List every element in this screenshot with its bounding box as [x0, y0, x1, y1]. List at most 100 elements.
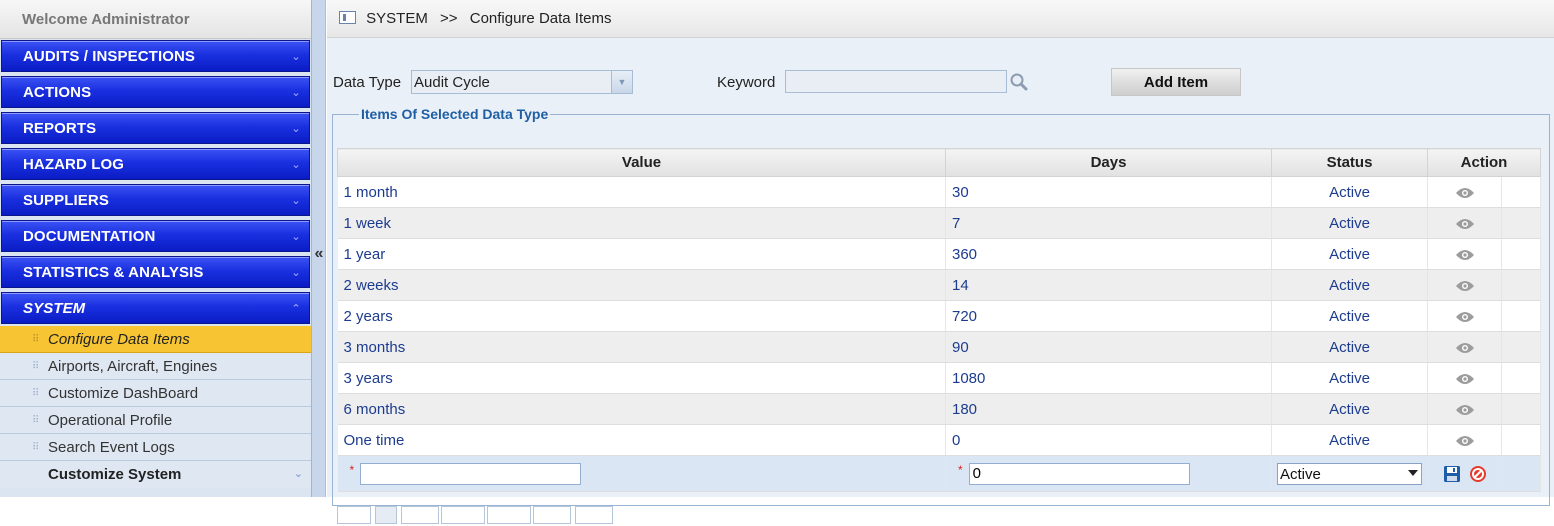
cancel-icon[interactable] — [1469, 465, 1487, 483]
table-row[interactable]: 2 years 720 Active — [337, 300, 1542, 332]
eye-icon[interactable] — [1455, 248, 1475, 262]
cell-value: 3 years — [337, 362, 946, 394]
sidebar-item-operational-profile[interactable]: ⠿ Operational Profile — [0, 407, 311, 434]
nav-documentation[interactable]: DOCUMENTATION ⌄ — [1, 220, 310, 252]
eye-icon[interactable] — [1455, 403, 1475, 417]
eye-icon[interactable] — [1455, 186, 1475, 200]
cell-spacer — [1501, 393, 1542, 425]
data-type-select[interactable]: Audit Cycle ▼ — [411, 70, 633, 94]
pager-button[interactable] — [337, 506, 371, 524]
panel-icon — [339, 10, 356, 24]
new-value-input[interactable] — [360, 462, 582, 485]
items-table: Value Days Status Action 1 month 30 Acti… — [337, 148, 1542, 492]
pager-button[interactable] — [575, 506, 613, 524]
pager-button[interactable] — [375, 506, 397, 524]
cell-action — [1427, 269, 1502, 301]
chevron-down-icon[interactable]: ▼ — [611, 70, 633, 94]
cell-days: 720 — [945, 300, 1272, 332]
pager-button[interactable] — [533, 506, 571, 524]
nav-actions[interactable]: ACTIONS ⌄ — [1, 76, 310, 108]
grip-dots-icon: ⠿ — [32, 361, 40, 372]
nav-hazard-log[interactable]: HAZARD LOG ⌄ — [1, 148, 310, 180]
new-status-value: Active — [1280, 465, 1321, 483]
column-header-days[interactable]: Days — [945, 148, 1272, 177]
nav-reports[interactable]: REPORTS ⌄ — [1, 112, 310, 144]
sidebar-item-customize-dashboard[interactable]: ⠿ Customize DashBoard — [0, 380, 311, 407]
table-row[interactable]: 3 months 90 Active — [337, 331, 1542, 363]
cell-value: 6 months — [337, 393, 946, 425]
sidebar-item-label: Operational Profile — [48, 412, 173, 429]
eye-icon[interactable] — [1455, 341, 1475, 355]
cell-spacer — [1501, 362, 1542, 394]
cell-action — [1427, 362, 1502, 394]
chevron-down-icon: ⌄ — [291, 87, 301, 99]
eye-icon[interactable] — [1455, 310, 1475, 324]
nav-label: HAZARD LOG — [23, 156, 124, 173]
chevron-down-icon: ⌄ — [293, 468, 303, 480]
table-row[interactable]: 1 year 360 Active — [337, 238, 1542, 270]
nav-audits-inspections[interactable]: AUDITS / INSPECTIONS ⌄ — [1, 40, 310, 72]
cell-value: 1 week — [337, 207, 946, 239]
cell-spacer — [1501, 269, 1542, 301]
collapse-sidebar-icon[interactable]: « — [312, 244, 326, 264]
nav-label: REPORTS — [23, 120, 97, 137]
table-row[interactable]: 1 week 7 Active — [337, 207, 1542, 239]
column-header-status[interactable]: Status — [1271, 148, 1428, 177]
cell-spacer — [1501, 238, 1542, 270]
table-row[interactable]: 2 weeks 14 Active — [337, 269, 1542, 301]
cell-status: Active — [1271, 207, 1428, 239]
sidebar-item-airports-aircraft-engines[interactable]: ⠿ Airports, Aircraft, Engines — [0, 353, 311, 380]
new-days-input[interactable] — [968, 462, 1190, 485]
new-item-row: * * Active — [337, 455, 1542, 492]
chevron-down-icon: ⌄ — [291, 195, 301, 207]
nav-statistics-analysis[interactable]: STATISTICS & ANALYSIS ⌄ — [1, 256, 310, 288]
pager-button[interactable] — [441, 506, 485, 524]
cell-spacer — [1501, 424, 1542, 456]
keyword-input[interactable] — [785, 70, 1007, 93]
sidebar-item-search-event-logs[interactable]: ⠿ Search Event Logs — [0, 434, 311, 461]
add-item-button[interactable]: Add Item — [1111, 68, 1241, 96]
sidebar-item-configure-data-items[interactable]: ⠿ Configure Data Items — [0, 326, 311, 353]
table-row[interactable]: 3 years 1080 Active — [337, 362, 1542, 394]
sidebar-item-label: Customize System — [48, 466, 182, 483]
cell-days: 30 — [945, 176, 1272, 208]
eye-icon[interactable] — [1455, 217, 1475, 231]
nav-label: SUPPLIERS — [23, 192, 109, 209]
magnifier-icon[interactable] — [1009, 72, 1029, 92]
sidebar-item-label: Customize DashBoard — [48, 385, 199, 402]
cell-days: 90 — [945, 331, 1272, 363]
eye-icon[interactable] — [1455, 434, 1475, 448]
eye-icon[interactable] — [1455, 279, 1475, 293]
cell-status: Active — [1271, 331, 1428, 363]
cell-value: 1 year — [337, 238, 946, 270]
floppy-disk-icon[interactable] — [1443, 465, 1461, 483]
cell-days: 14 — [945, 269, 1272, 301]
pager-button[interactable] — [487, 506, 531, 524]
table-row[interactable]: 1 month 30 Active — [337, 176, 1542, 208]
pager-button[interactable] — [401, 506, 439, 524]
items-panel: Items Of Selected Data Type Value Days S… — [332, 106, 1550, 524]
breadcrumb-section[interactable]: SYSTEM — [366, 10, 428, 27]
column-header-value[interactable]: Value — [337, 148, 946, 177]
nav-suppliers[interactable]: SUPPLIERS ⌄ — [1, 184, 310, 216]
grip-dots-icon: ⠿ — [32, 334, 40, 345]
nav-system[interactable]: SYSTEM ⌃ — [1, 292, 310, 324]
new-status-cell: Active — [1271, 455, 1428, 492]
system-submenu: ⠿ Configure Data Items ⠿ Airports, Aircr… — [0, 326, 311, 488]
sidebar-collapse-strip[interactable]: « — [312, 0, 326, 497]
new-value-cell: * — [337, 455, 946, 492]
table-row[interactable]: One time 0 Active — [337, 424, 1542, 456]
table-row[interactable]: 6 months 180 Active — [337, 393, 1542, 425]
cell-days: 0 — [945, 424, 1272, 456]
new-status-select[interactable]: Active — [1277, 462, 1422, 485]
chevron-down-icon: ⌄ — [291, 159, 301, 171]
cell-days: 360 — [945, 238, 1272, 270]
cell-value: 3 months — [337, 331, 946, 363]
data-type-label: Data Type — [333, 74, 402, 91]
sidebar-item-customize-system[interactable]: Customize System ⌄ — [0, 461, 311, 488]
sidebar-item-label: Airports, Aircraft, Engines — [48, 358, 218, 375]
cell-status: Active — [1271, 362, 1428, 394]
nav-label: DOCUMENTATION — [23, 228, 156, 245]
cell-value: One time — [337, 424, 946, 456]
eye-icon[interactable] — [1455, 372, 1475, 386]
